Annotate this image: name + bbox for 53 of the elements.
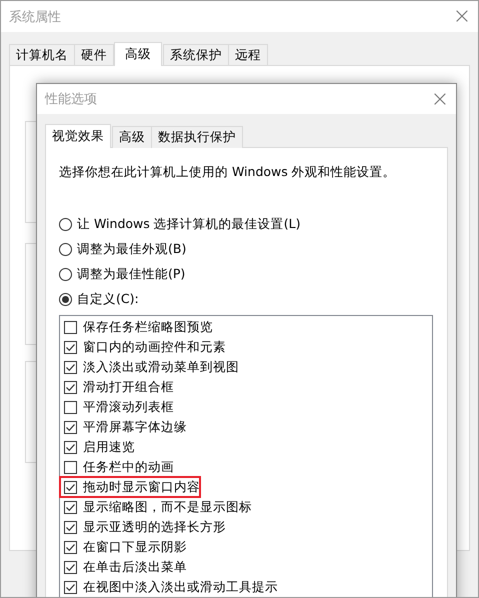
radio-icon[interactable] <box>59 218 72 230</box>
checkbox-label: 显示缩略图，而不是显示图标 <box>83 498 252 516</box>
radio-label: 调整为最佳性能(P) <box>77 266 186 282</box>
radio-option[interactable]: 调整为最佳性能(P) <box>59 265 447 283</box>
tab[interactable]: 远程 <box>228 44 268 66</box>
checkbox[interactable] <box>64 520 77 534</box>
checkbox-label: 在视图中淡入淡出或滑动工具提示 <box>83 578 278 596</box>
checkbox[interactable] <box>64 400 77 414</box>
checkbox[interactable] <box>64 460 77 474</box>
tab[interactable]: 计算机名 <box>9 44 75 66</box>
tab[interactable]: 视觉效果 <box>45 124 111 148</box>
close-button[interactable]: × <box>424 84 456 114</box>
radio-option[interactable]: 自定义(C): <box>59 290 447 308</box>
checkbox[interactable] <box>64 440 77 454</box>
tab[interactable]: 系统保护 <box>163 44 229 66</box>
radio-icon[interactable] <box>59 242 72 256</box>
checkbox[interactable] <box>64 480 77 494</box>
checkbox-label: 在单击后淡出菜单 <box>83 558 187 576</box>
checkbox[interactable] <box>64 320 77 334</box>
checkbox-label: 启用速览 <box>83 438 135 456</box>
tab[interactable]: 硬件 <box>74 44 114 66</box>
checkbox[interactable] <box>64 560 77 574</box>
checkbox-label: 窗口内的动画控件和元素 <box>83 338 226 356</box>
radio-label: 调整为最佳外观(B) <box>77 240 186 258</box>
checkbox[interactable] <box>64 340 77 354</box>
checkbox[interactable] <box>64 420 77 434</box>
tab[interactable]: 高级 <box>112 126 152 148</box>
checkbox[interactable] <box>64 380 77 394</box>
checkbox[interactable] <box>64 500 77 514</box>
checkbox[interactable] <box>64 360 77 374</box>
checkbox-label: 任务栏中的动画 <box>83 458 174 476</box>
dialog-title: 性能选项 <box>45 91 97 108</box>
close-button[interactable]: × <box>446 2 478 32</box>
radio-label: 让 Windows 选择计算机的最佳设置(L) <box>77 216 300 232</box>
checkbox[interactable] <box>64 580 77 594</box>
radio-icon[interactable] <box>59 292 72 306</box>
checkbox-label: 平滑滚动列表框 <box>83 398 174 416</box>
tab[interactable]: 高级 <box>114 42 162 66</box>
radio-option[interactable]: 让 Windows 选择计算机的最佳设置(L) <box>59 215 447 233</box>
checkbox-label: 滑动打开组合框 <box>83 378 174 396</box>
checkbox[interactable] <box>64 540 77 554</box>
window-title: 系统属性 <box>9 8 61 26</box>
description-text: 选择你想在此计算机上使用的 Windows 外观和性能设置。 <box>59 164 397 181</box>
tab[interactable]: 数据执行保护 <box>151 126 243 148</box>
radio-icon[interactable] <box>59 268 72 280</box>
radio-option[interactable]: 调整为最佳外观(B) <box>59 240 447 258</box>
checkbox-label: 显示亚透明的选择长方形 <box>83 518 226 536</box>
radio-label: 自定义(C): <box>77 290 139 308</box>
checkbox-label: 平滑屏幕字体边缘 <box>83 418 187 436</box>
checkbox-label: 保存任务栏缩略图预览 <box>83 318 213 336</box>
checkbox-label: 在窗口下显示阴影 <box>83 538 187 556</box>
checkbox-label: 拖动时显示窗口内容 <box>83 478 200 496</box>
checkbox-label: 淡入淡出或滑动菜单到视图 <box>83 358 239 376</box>
